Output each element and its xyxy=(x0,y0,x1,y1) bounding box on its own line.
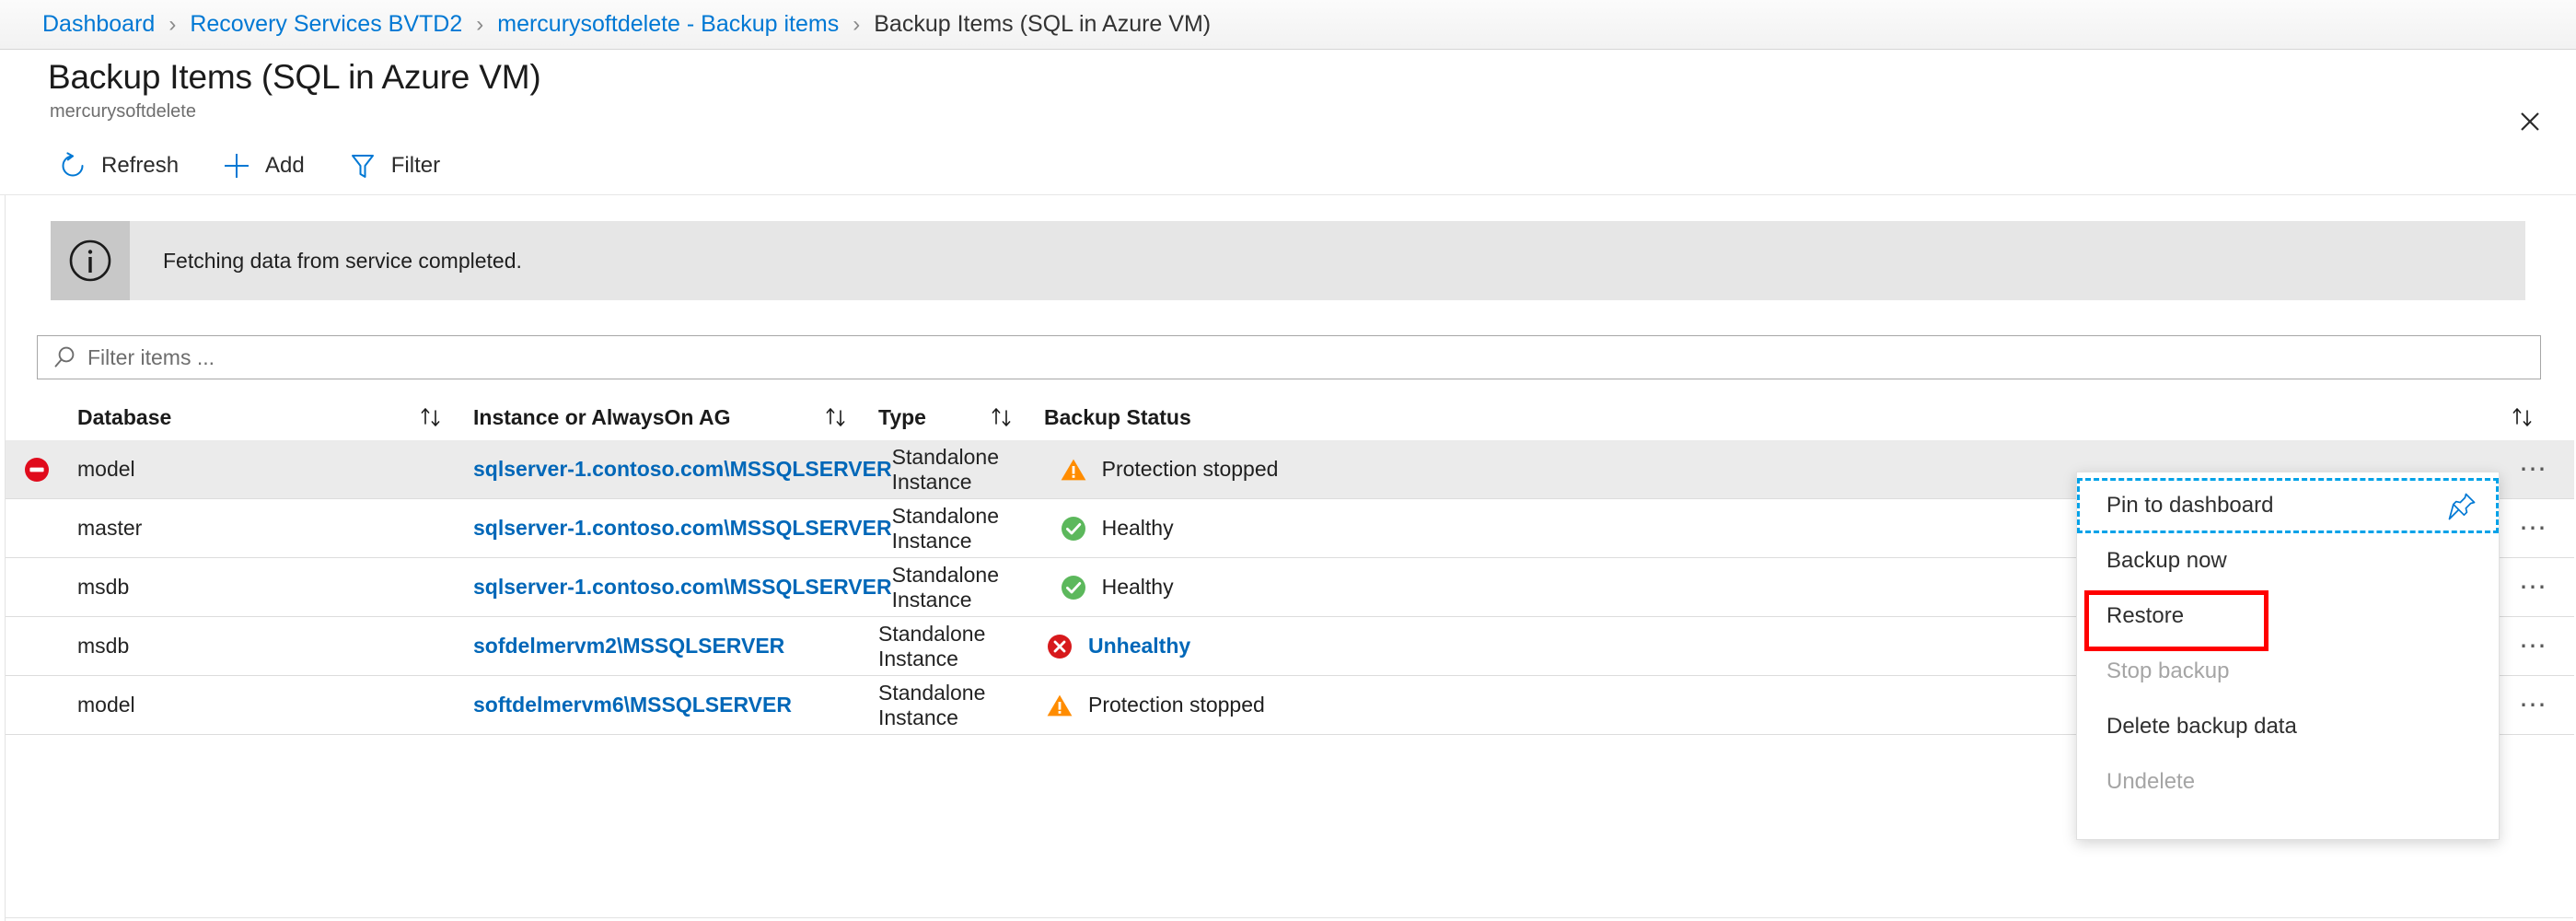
refresh-icon xyxy=(57,150,88,181)
instance-link[interactable]: softdelmervm6\MSSQLSERVER xyxy=(473,693,792,717)
pin-icon xyxy=(2447,490,2478,521)
funnel-icon xyxy=(347,150,378,181)
info-banner-message: Fetching data from service completed. xyxy=(163,249,522,274)
breadcrumb-separator-icon: › xyxy=(476,12,483,38)
refresh-button[interactable]: Refresh xyxy=(42,144,193,188)
add-label: Add xyxy=(265,153,305,179)
cell-instance: sofdelmervm2\MSSQLSERVER xyxy=(473,634,878,659)
column-header-type-label: Type xyxy=(878,405,926,430)
status-text: Protection stopped xyxy=(1088,693,1265,717)
ellipsis-icon: ⋯ xyxy=(2519,574,2549,601)
info-banner: Fetching data from service completed. xyxy=(51,221,2525,300)
search-icon xyxy=(51,344,78,371)
breadcrumb-separator-icon: › xyxy=(168,12,176,38)
sort-updown-icon[interactable] xyxy=(2510,404,2565,430)
menu-item-stop-backup-label: Stop backup xyxy=(2106,659,2229,684)
filter-items-field[interactable] xyxy=(37,335,2541,379)
warning-icon xyxy=(1044,690,1075,721)
instance-link[interactable]: sqlserver-1.contoso.com\MSSQLSERVER xyxy=(473,516,892,540)
warning-icon xyxy=(1058,454,1089,485)
breadcrumb-item-current: Backup Items (SQL in Azure VM) xyxy=(874,11,1211,38)
menu-item-delete-backup-data-label: Delete backup data xyxy=(2106,714,2297,740)
cell-database: model xyxy=(68,693,473,717)
plus-icon xyxy=(221,150,252,181)
filter-label: Filter xyxy=(391,153,440,179)
column-header-type[interactable]: Type xyxy=(878,404,1044,430)
breadcrumb-separator-icon: › xyxy=(853,12,860,38)
search-input[interactable] xyxy=(87,345,2540,370)
ellipsis-icon: ⋯ xyxy=(2519,633,2549,660)
menu-item-restore[interactable]: Restore xyxy=(2077,589,2499,644)
filter-button[interactable]: Filter xyxy=(332,144,455,188)
status-text: Protection stopped xyxy=(1102,457,1279,482)
sort-updown-icon[interactable] xyxy=(823,404,878,430)
status-link[interactable]: Unhealthy xyxy=(1088,634,1190,659)
instance-link[interactable]: sqlserver-1.contoso.com\MSSQLSERVER xyxy=(473,575,892,599)
ellipsis-icon: ⋯ xyxy=(2519,692,2549,719)
cell-database: master xyxy=(68,516,473,541)
breadcrumb-item-recovery-services[interactable]: Recovery Services BVTD2 xyxy=(190,11,462,38)
error-icon xyxy=(1044,631,1075,662)
cell-instance: sqlserver-1.contoso.com\MSSQLSERVER xyxy=(473,457,892,482)
menu-item-stop-backup: Stop backup xyxy=(2077,644,2499,699)
cell-type: Standalone Instance xyxy=(892,504,1058,554)
success-icon xyxy=(1058,572,1089,603)
breadcrumb: Dashboard › Recovery Services BVTD2 › me… xyxy=(0,0,2576,50)
refresh-label: Refresh xyxy=(101,153,179,179)
column-header-backup-status[interactable]: Backup Status xyxy=(1044,404,2574,430)
menu-item-pin-to-dashboard[interactable]: Pin to dashboard xyxy=(2077,478,2499,533)
menu-item-pin-to-dashboard-label: Pin to dashboard xyxy=(2106,493,2273,519)
instance-link[interactable]: sqlserver-1.contoso.com\MSSQLSERVER xyxy=(473,457,892,481)
add-button[interactable]: Add xyxy=(206,144,319,188)
ellipsis-icon: ⋯ xyxy=(2519,456,2549,484)
menu-item-restore-label: Restore xyxy=(2106,603,2184,629)
status-text: Healthy xyxy=(1102,575,1174,600)
blade-header: Backup Items (SQL in Azure VM) mercuryso… xyxy=(0,50,2576,136)
cell-database: msdb xyxy=(68,634,473,659)
menu-item-undelete-label: Undelete xyxy=(2106,769,2195,795)
cell-type: Standalone Instance xyxy=(878,681,1044,730)
blade-bottom-divider xyxy=(5,917,2573,918)
sort-updown-icon[interactable] xyxy=(989,404,1044,430)
menu-item-undelete: Undelete xyxy=(2077,754,2499,810)
column-header-database[interactable]: Database xyxy=(6,404,473,430)
column-header-database-label: Database xyxy=(77,405,171,430)
column-header-instance[interactable]: Instance or AlwaysOn AG xyxy=(473,404,878,430)
row-more-menu-button[interactable]: ⋯ xyxy=(2519,633,2574,660)
instance-link[interactable]: sofdelmervm2\MSSQLSERVER xyxy=(473,634,784,658)
page-subtitle: mercurysoftdelete xyxy=(50,101,196,122)
cell-type: Standalone Instance xyxy=(878,622,1044,671)
breadcrumb-item-backup-items[interactable]: mercurysoftdelete - Backup items xyxy=(497,11,839,38)
column-header-backup-status-label: Backup Status xyxy=(1044,405,1191,430)
row-context-menu: Pin to dashboard Backup now Restore Stop… xyxy=(2076,472,2500,840)
ellipsis-icon: ⋯ xyxy=(2519,515,2549,542)
cell-type: Standalone Instance xyxy=(892,445,1058,495)
row-more-menu-button[interactable]: ⋯ xyxy=(2519,456,2574,484)
azure-portal-blade: Dashboard › Recovery Services BVTD2 › me… xyxy=(0,0,2576,921)
status-text: Healthy xyxy=(1102,516,1174,541)
menu-item-delete-backup-data[interactable]: Delete backup data xyxy=(2077,699,2499,754)
table-header-row: Database Instance or AlwaysOn AG xyxy=(6,394,2574,440)
info-icon xyxy=(51,221,130,300)
column-header-instance-label: Instance or AlwaysOn AG xyxy=(473,405,730,430)
cell-database: model xyxy=(68,457,473,482)
success-icon xyxy=(1058,513,1089,544)
row-more-menu-button[interactable]: ⋯ xyxy=(2519,574,2574,601)
cell-instance: sqlserver-1.contoso.com\MSSQLSERVER xyxy=(473,516,892,541)
sort-updown-icon[interactable] xyxy=(418,404,473,430)
breadcrumb-item-dashboard[interactable]: Dashboard xyxy=(42,11,155,38)
stop-circle-icon xyxy=(6,456,68,484)
row-more-menu-button[interactable]: ⋯ xyxy=(2519,692,2574,719)
cell-instance: sqlserver-1.contoso.com\MSSQLSERVER xyxy=(473,575,892,600)
menu-item-backup-now[interactable]: Backup now xyxy=(2077,533,2499,589)
cell-type: Standalone Instance xyxy=(892,563,1058,612)
cell-instance: softdelmervm6\MSSQLSERVER xyxy=(473,693,878,717)
row-more-menu-button[interactable]: ⋯ xyxy=(2519,515,2574,542)
page-title: Backup Items (SQL in Azure VM) xyxy=(48,58,541,97)
menu-item-backup-now-label: Backup now xyxy=(2106,548,2227,574)
cell-database: msdb xyxy=(68,575,473,600)
command-bar: Refresh Add Filter xyxy=(0,136,2576,195)
